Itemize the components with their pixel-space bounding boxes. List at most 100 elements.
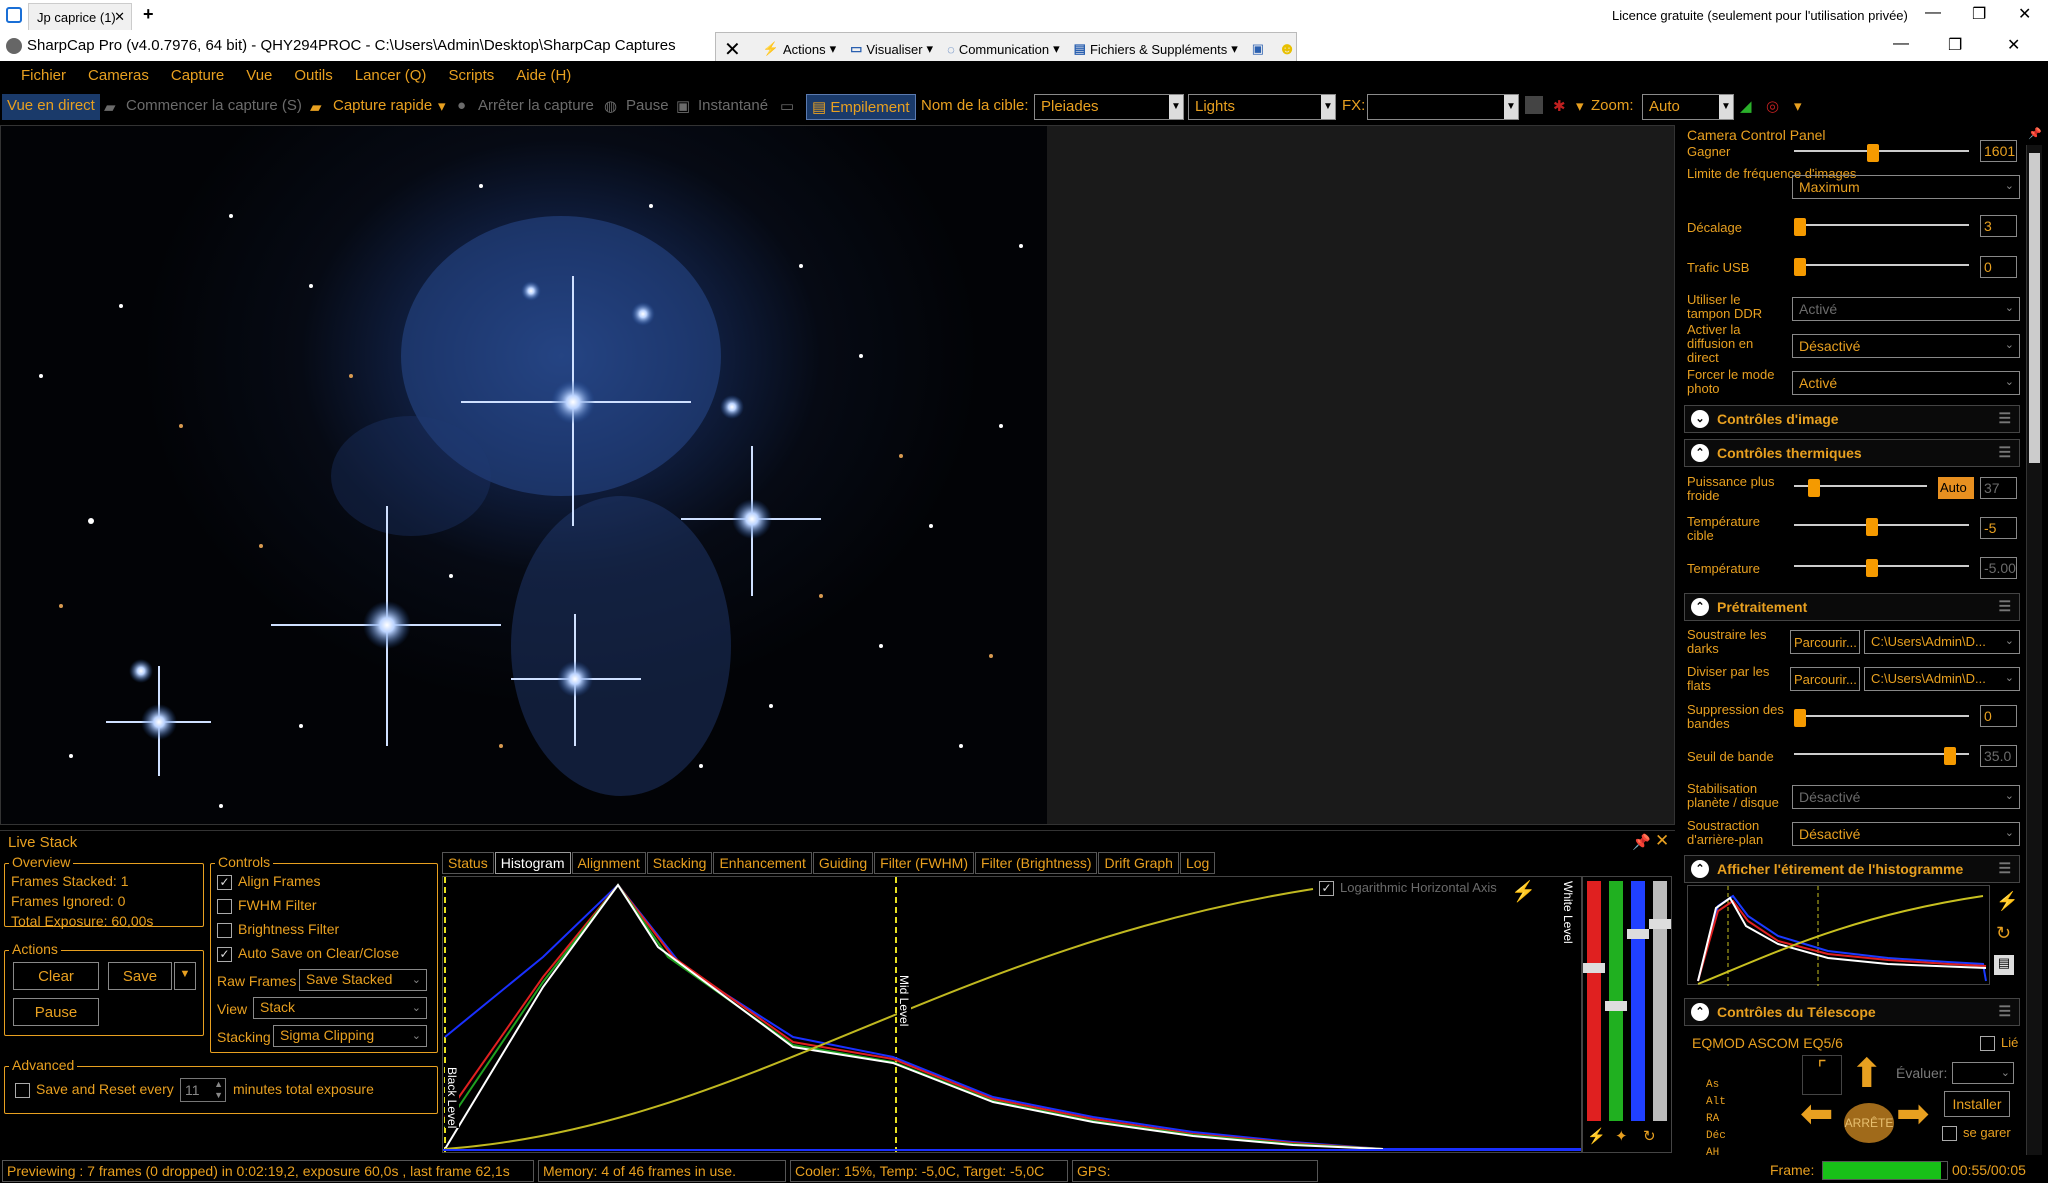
slew-corner-icon[interactable]: ⌜ bbox=[1802, 1055, 1842, 1095]
switch-screen-icon[interactable]: ▣ bbox=[1252, 41, 1264, 57]
band-threshold-slider-thumb[interactable] bbox=[1944, 747, 1956, 765]
target-temp-slider-thumb[interactable] bbox=[1866, 518, 1878, 536]
target-dropdown-icon[interactable]: ▾ bbox=[1794, 97, 1802, 115]
pin-icon[interactable]: 📌 bbox=[2028, 127, 2042, 140]
broadcast-select[interactable]: Désactivé ⌄ bbox=[1792, 334, 2020, 358]
menu-outils[interactable]: Outils bbox=[283, 61, 343, 91]
slew-west-icon[interactable]: ⬅ bbox=[1800, 1091, 1834, 1137]
live-stack-histogram[interactable]: ✓ Logarithmic Horizontal Axis ⚡ Black Lev… bbox=[442, 876, 1582, 1153]
stacking-button[interactable]: ▤ Empilement bbox=[806, 94, 916, 120]
snapshot-button[interactable]: Instantané bbox=[698, 97, 768, 114]
start-capture-button[interactable]: Commencer la capture (S) bbox=[126, 97, 302, 114]
tab-histogram[interactable]: Histogram bbox=[494, 852, 571, 874]
pause-stack-button[interactable]: Pause bbox=[13, 998, 99, 1026]
target-name-input[interactable]: Pleiades ▼ bbox=[1034, 94, 1184, 120]
menu-icon[interactable]: ☰ bbox=[1998, 1003, 2011, 1020]
auto-stretch-icon[interactable]: ⚡ bbox=[1511, 879, 1536, 904]
menu-icon[interactable]: ☰ bbox=[1998, 444, 2011, 461]
luminance-level-handle[interactable] bbox=[1649, 919, 1671, 929]
menu-aide[interactable]: Aide (H) bbox=[505, 61, 582, 91]
quick-capture-dropdown-icon[interactable]: ▾ bbox=[438, 97, 446, 115]
park-checkbox[interactable]: se garer bbox=[1942, 1125, 2011, 1142]
browser-tab[interactable]: Jp caprice (1) ✕ bbox=[28, 3, 132, 30]
band-threshold-slider[interactable] bbox=[1794, 747, 1969, 765]
tab-filter-brightness[interactable]: Filter (Brightness) bbox=[975, 852, 1098, 874]
telescope-header[interactable]: ⌃ Contrôles du Télescope ☰ bbox=[1684, 998, 2020, 1026]
minimize-icon[interactable]: — bbox=[1925, 4, 1941, 22]
fichiers-menu[interactable]: ▤ Fichiers & Suppléments ▾ bbox=[1074, 41, 1238, 57]
luminance-level-bar[interactable] bbox=[1653, 881, 1667, 1121]
menu-icon[interactable]: ☰ bbox=[1998, 860, 2011, 877]
darks-browse-button[interactable]: Parcourir... bbox=[1790, 630, 1860, 654]
save-dropdown-icon[interactable]: ▼ bbox=[174, 962, 196, 990]
menu-scripts[interactable]: Scripts bbox=[437, 61, 505, 91]
frame-type-select[interactable]: Lights ▼ bbox=[1188, 94, 1336, 120]
banding-slider[interactable] bbox=[1794, 709, 1969, 727]
gain-value[interactable]: 1601 bbox=[1980, 140, 2017, 162]
menu-cameras[interactable]: Cameras bbox=[77, 61, 160, 91]
target-temp-value[interactable]: -5 bbox=[1980, 517, 2017, 539]
flats-browse-button[interactable]: Parcourir... bbox=[1790, 667, 1860, 691]
preprocessing-header[interactable]: ⌃ Prétraitement ☰ bbox=[1684, 593, 2020, 621]
cooler-slider-thumb[interactable] bbox=[1808, 479, 1820, 497]
evaluate-select[interactable]: ⌄ bbox=[1952, 1062, 2014, 1084]
menu-fichier[interactable]: Fichier bbox=[10, 61, 77, 91]
sparkle-icon[interactable]: ✦ bbox=[1615, 1127, 1628, 1145]
quick-capture-button[interactable]: Capture rapide bbox=[333, 97, 432, 114]
crosshair-icon[interactable]: ✱ bbox=[1553, 97, 1566, 115]
usb-value[interactable]: 0 bbox=[1980, 256, 2017, 278]
histogram-icon[interactable]: ◢ bbox=[1740, 97, 1752, 115]
fwhm-checkbox[interactable]: FWHM Filter bbox=[217, 897, 317, 914]
image-controls-header[interactable]: ⌄ Contrôles d'image ☰ bbox=[1684, 405, 2020, 433]
scrollbar-thumb[interactable] bbox=[2029, 153, 2040, 463]
linked-checkbox[interactable]: Lié bbox=[1980, 1035, 2018, 1052]
usb-slider[interactable] bbox=[1794, 258, 1969, 276]
cooler-auto-button[interactable]: Auto bbox=[1938, 477, 1974, 499]
tab-drift-graph[interactable]: Drift Graph bbox=[1098, 852, 1179, 874]
slew-north-icon[interactable]: ⬆ bbox=[1850, 1051, 1884, 1097]
auto-balance-icon[interactable]: ⚡ bbox=[1587, 1127, 1606, 1145]
green-level-handle[interactable] bbox=[1605, 1001, 1627, 1011]
save-reset-checkbox[interactable]: Save and Reset every bbox=[15, 1081, 174, 1098]
menu-lancer[interactable]: Lancer (Q) bbox=[344, 61, 438, 91]
menu-capture[interactable]: Capture bbox=[160, 61, 235, 91]
reset-stretch-icon[interactable]: ↻ bbox=[1996, 923, 2011, 944]
tab-alignment[interactable]: Alignment bbox=[571, 852, 646, 874]
app-maximize-icon[interactable]: ❐ bbox=[1948, 35, 1962, 55]
install-button[interactable]: Installer bbox=[1944, 1091, 2010, 1117]
flats-path-select[interactable]: C:\Users\Admin\D... ⌄ bbox=[1864, 667, 2020, 691]
right-panel-scrollbar[interactable] bbox=[2026, 145, 2042, 1155]
save-button[interactable]: Save bbox=[108, 962, 172, 990]
menu-icon[interactable]: ☰ bbox=[1998, 410, 2011, 427]
pin-icon[interactable]: 📌 bbox=[1632, 833, 1651, 851]
cooler-value[interactable]: 37 bbox=[1980, 477, 2017, 499]
gain-slider[interactable] bbox=[1794, 144, 1969, 162]
framerate-select[interactable]: Maximum ⌄ bbox=[1792, 175, 2020, 199]
tab-enhancement[interactable]: Enhancement bbox=[713, 852, 812, 874]
usb-slider-thumb[interactable] bbox=[1794, 258, 1806, 276]
stop-capture-button[interactable]: Arrêter la capture bbox=[478, 97, 594, 114]
offset-slider-thumb[interactable] bbox=[1794, 218, 1806, 236]
close-remote-icon[interactable]: ✕ bbox=[724, 37, 741, 62]
reset-icon[interactable]: ↻ bbox=[1643, 1127, 1656, 1145]
tab-status[interactable]: Status bbox=[442, 852, 494, 874]
close-icon[interactable]: ✕ bbox=[1655, 831, 1669, 851]
tab-filter-fwhm[interactable]: Filter (FWHM) bbox=[874, 852, 975, 874]
stretch-histogram[interactable] bbox=[1687, 885, 1990, 986]
live-view-button[interactable]: Vue en direct bbox=[2, 94, 100, 120]
brightness-checkbox[interactable]: Brightness Filter bbox=[217, 921, 339, 938]
darks-path-select[interactable]: C:\Users\Admin\D... ⌄ bbox=[1864, 630, 2020, 654]
communication-menu[interactable]: ◌ Communication ▾ bbox=[947, 41, 1060, 57]
save-stretch-icon[interactable]: ▤ bbox=[1994, 955, 2014, 975]
band-threshold-value[interactable]: 35.0 bbox=[1980, 745, 2017, 767]
target-temp-slider[interactable] bbox=[1794, 518, 1969, 536]
cooler-slider[interactable] bbox=[1794, 479, 1927, 497]
view-select[interactable]: Stack ⌄ bbox=[253, 997, 427, 1019]
actions-menu[interactable]: ⚡ Actions ▾ bbox=[763, 41, 836, 57]
clear-button[interactable]: Clear bbox=[13, 962, 99, 990]
auto-stretch-icon[interactable]: ⚡ bbox=[1996, 891, 2018, 912]
close-tab-icon[interactable]: ✕ bbox=[114, 9, 125, 25]
ddr-select[interactable]: Activé ⌄ bbox=[1792, 297, 2020, 321]
align-checkbox[interactable]: ✓ Align Frames bbox=[217, 873, 320, 890]
tab-guiding[interactable]: Guiding bbox=[812, 852, 874, 874]
